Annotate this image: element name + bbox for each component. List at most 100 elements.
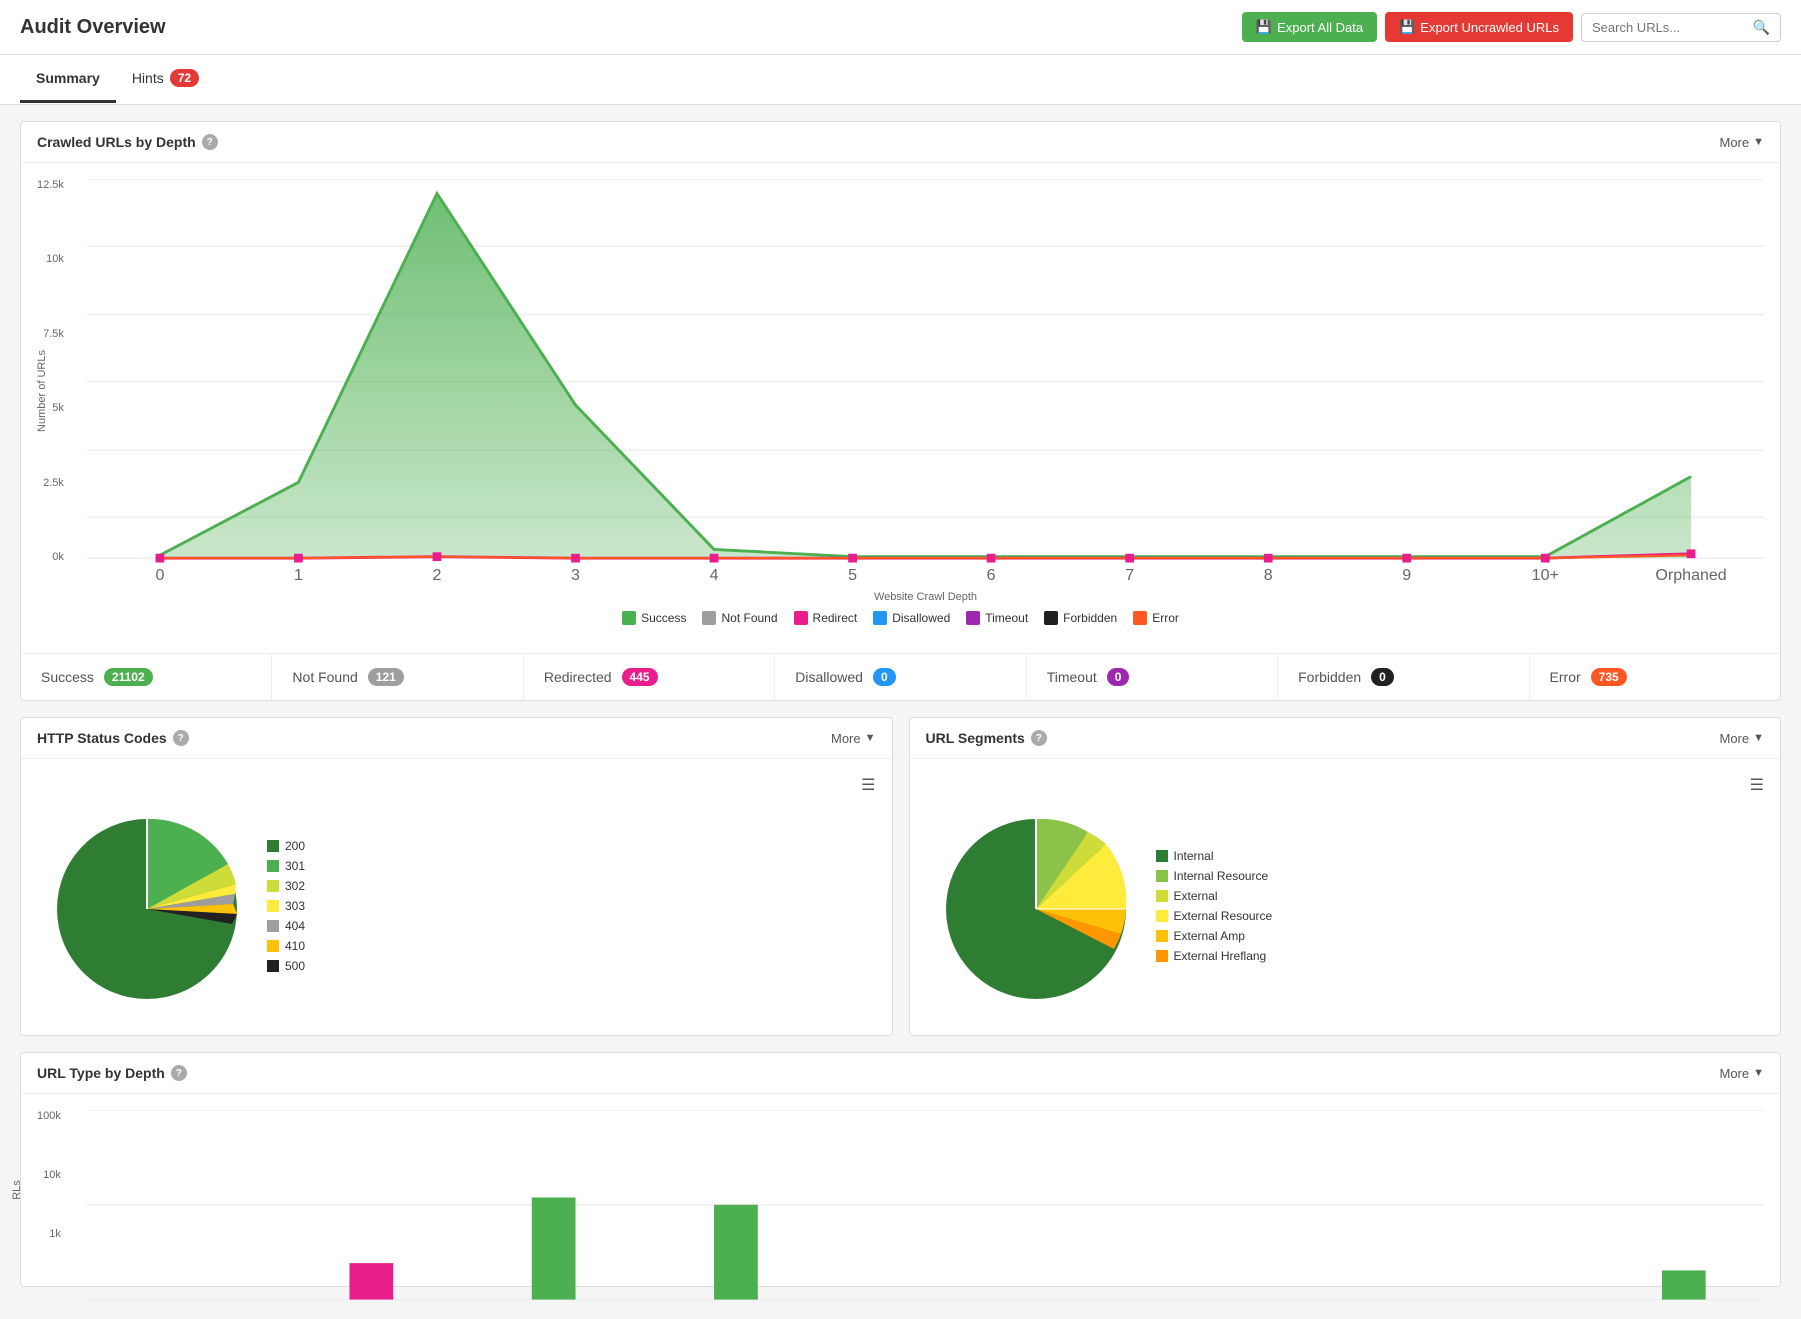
crawled-urls-help-icon[interactable]: ? xyxy=(202,134,218,150)
page-title: Audit Overview xyxy=(20,16,1242,39)
legend-500: 500 xyxy=(267,959,305,973)
legend-internal-resource: Internal Resource xyxy=(1156,869,1273,883)
svg-text:0: 0 xyxy=(155,566,164,584)
stat-not-found-value: 121 xyxy=(368,668,404,686)
export-uncrawled-icon: 💾 xyxy=(1399,19,1415,35)
svg-text:1: 1 xyxy=(294,566,303,584)
legend-disallowed-color xyxy=(873,611,887,625)
url-segments-pie xyxy=(936,809,1136,1009)
url-segments-card: URL Segments ? More ▼ ☰ xyxy=(909,717,1782,1036)
stat-forbidden-value: 0 xyxy=(1371,668,1394,686)
stats-row: Success 21102 Not Found 121 Redirected 4… xyxy=(21,653,1780,700)
export-uncrawled-button[interactable]: 💾 Export Uncrawled URLs xyxy=(1385,12,1573,42)
tabs-bar: Summary Hints 72 xyxy=(0,55,1801,105)
legend-timeout: Timeout xyxy=(966,611,1028,625)
crawled-urls-more[interactable]: More ▼ xyxy=(1719,135,1764,150)
crawled-urls-body: 12.5k 10k 7.5k 5k 2.5k 0k xyxy=(21,163,1780,653)
svg-text:6: 6 xyxy=(987,566,996,584)
legend-not-found-color xyxy=(702,611,716,625)
more-chevron-icon: ▼ xyxy=(1753,136,1764,148)
legend-not-found: Not Found xyxy=(702,611,777,625)
export-icon: 💾 xyxy=(1256,19,1272,35)
legend-internal: Internal xyxy=(1156,849,1273,863)
url-type-y-label: RLs xyxy=(11,1181,23,1201)
url-segments-help-icon[interactable]: ? xyxy=(1031,730,1047,746)
legend-redirect: Redirect xyxy=(794,611,858,625)
x-axis-label: Website Crawl Depth xyxy=(87,591,1764,603)
url-type-depth-help-icon[interactable]: ? xyxy=(171,1065,187,1081)
url-segments-menu-icon[interactable]: ☰ xyxy=(1750,775,1764,795)
legend-200: 200 xyxy=(267,839,305,853)
stat-disallowed[interactable]: Disallowed 0 xyxy=(775,654,1026,700)
svg-text:2: 2 xyxy=(433,566,442,584)
url-type-depth-title: URL Type by Depth ? xyxy=(37,1065,187,1081)
legend-timeout-color xyxy=(966,611,980,625)
http-status-help-icon[interactable]: ? xyxy=(173,730,189,746)
url-segments-pie-container: Internal Internal Resource External xyxy=(926,799,1765,1019)
http-more-chevron-icon: ▼ xyxy=(865,732,876,744)
legend-forbidden-color xyxy=(1044,611,1058,625)
stat-forbidden[interactable]: Forbidden 0 xyxy=(1278,654,1529,700)
crawled-urls-card: Crawled URLs by Depth ? More ▼ 12.5k 10k… xyxy=(20,121,1781,701)
chart-legend: Success Not Found Redirect Disallowed Ti… xyxy=(37,603,1764,637)
http-status-body: ☰ xyxy=(21,759,892,1035)
legend-forbidden: Forbidden xyxy=(1044,611,1117,625)
header: Audit Overview 💾 Export All Data 💾 Expor… xyxy=(0,0,1801,55)
url-segments-more[interactable]: More ▼ xyxy=(1719,731,1764,746)
url-type-depth-header: URL Type by Depth ? More ▼ xyxy=(21,1053,1780,1094)
legend-302: 302 xyxy=(267,879,305,893)
svg-text:4: 4 xyxy=(710,566,719,584)
svg-text:10+: 10+ xyxy=(1532,566,1559,584)
legend-404: 404 xyxy=(267,919,305,933)
url-type-depth-more[interactable]: More ▼ xyxy=(1719,1066,1764,1081)
http-status-more[interactable]: More ▼ xyxy=(831,731,876,746)
tab-summary[interactable]: Summary xyxy=(20,56,116,103)
legend-error-color xyxy=(1133,611,1147,625)
url-segments-legend: Internal Internal Resource External xyxy=(1156,849,1273,969)
stat-error-label: Error xyxy=(1550,669,1581,685)
crawled-urls-title: Crawled URLs by Depth ? xyxy=(37,134,218,150)
url-type-chevron-icon: ▼ xyxy=(1753,1067,1764,1079)
legend-301: 301 xyxy=(267,859,305,873)
y-axis-label: Number of URLs xyxy=(36,350,48,432)
success-area xyxy=(160,194,1691,559)
stat-redirected-label: Redirected xyxy=(544,669,612,685)
stat-forbidden-label: Forbidden xyxy=(1298,669,1361,685)
url-type-depth-card: URL Type by Depth ? More ▼ 100k 10k 1k R… xyxy=(20,1052,1781,1287)
legend-disallowed: Disallowed xyxy=(873,611,950,625)
url-segments-body: ☰ xyxy=(910,759,1781,1035)
url-type-y-axis: 100k 10k 1k xyxy=(37,1110,69,1240)
stat-error[interactable]: Error 735 xyxy=(1530,654,1780,700)
http-status-menu-icon[interactable]: ☰ xyxy=(861,775,875,795)
legend-error: Error xyxy=(1133,611,1179,625)
export-all-button[interactable]: 💾 Export All Data xyxy=(1242,12,1377,42)
stat-not-found[interactable]: Not Found 121 xyxy=(272,654,523,700)
tab-hints[interactable]: Hints 72 xyxy=(116,55,215,104)
svg-text:8: 8 xyxy=(1264,566,1273,584)
stat-redirected[interactable]: Redirected 445 xyxy=(524,654,775,700)
legend-303: 303 xyxy=(267,899,305,913)
hints-badge: 72 xyxy=(170,69,199,87)
search-icon: 🔍 xyxy=(1753,19,1770,36)
svg-text:3: 3 xyxy=(571,566,580,584)
http-status-header: HTTP Status Codes ? More ▼ xyxy=(21,718,892,759)
stat-disallowed-value: 0 xyxy=(873,668,896,686)
url-type-bar-chart xyxy=(87,1110,1764,1314)
http-status-pie xyxy=(47,809,247,1009)
http-status-legend: 200 301 302 303 xyxy=(267,839,305,979)
legend-redirect-color xyxy=(794,611,808,625)
two-col-row: HTTP Status Codes ? More ▼ ☰ xyxy=(20,717,1781,1052)
header-actions: 💾 Export All Data 💾 Export Uncrawled URL… xyxy=(1242,12,1781,42)
svg-text:7: 7 xyxy=(1125,566,1134,584)
main-content: Crawled URLs by Depth ? More ▼ 12.5k 10k… xyxy=(0,105,1801,1319)
stat-timeout[interactable]: Timeout 0 xyxy=(1027,654,1278,700)
stat-success-label: Success xyxy=(41,669,94,685)
stat-success[interactable]: Success 21102 xyxy=(21,654,272,700)
svg-text:9: 9 xyxy=(1402,566,1411,584)
legend-410: 410 xyxy=(267,939,305,953)
svg-text:Orphaned: Orphaned xyxy=(1655,566,1726,584)
search-input[interactable] xyxy=(1592,20,1753,35)
stat-not-found-label: Not Found xyxy=(292,669,357,685)
http-status-pie-container: 200 301 302 303 xyxy=(37,799,876,1019)
stat-timeout-value: 0 xyxy=(1107,668,1130,686)
